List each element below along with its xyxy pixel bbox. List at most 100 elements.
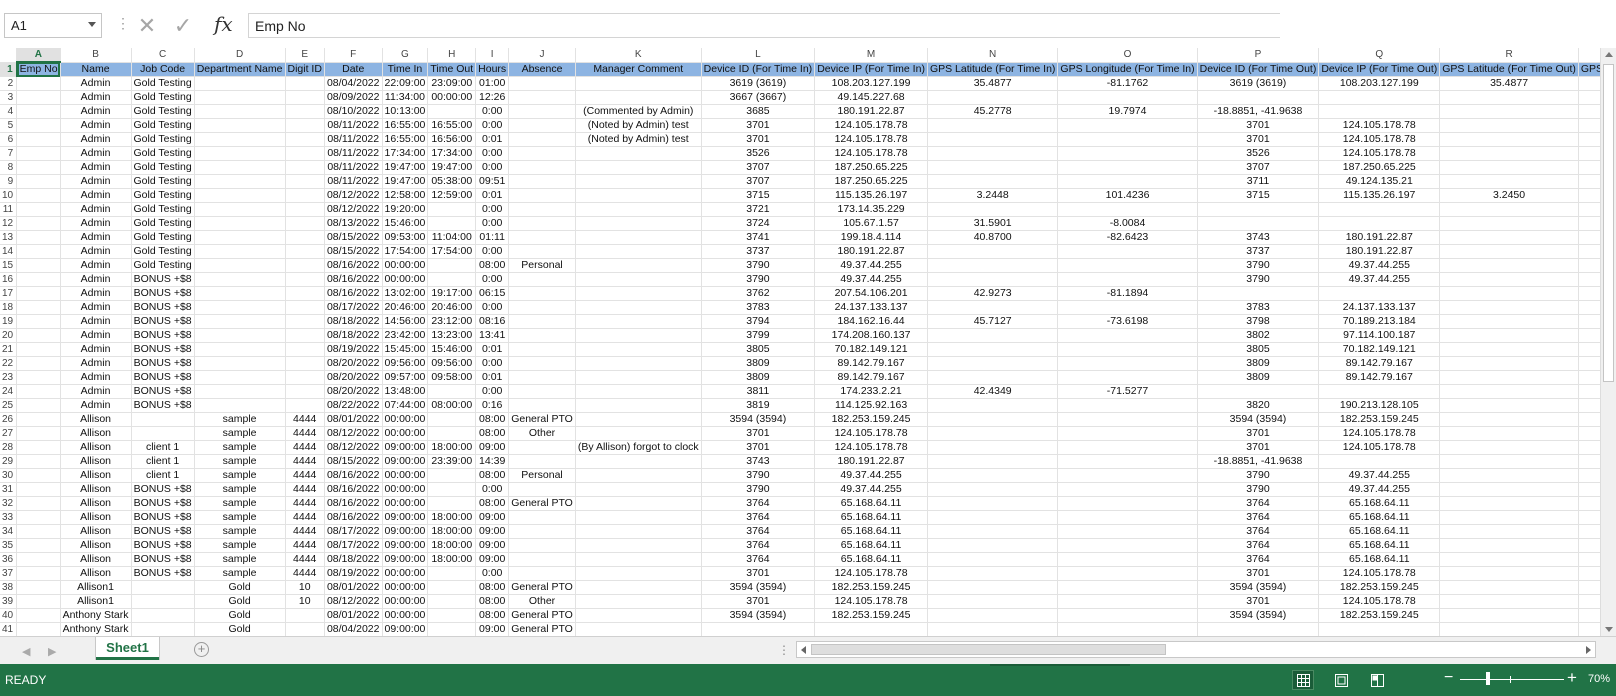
cell-e22[interactable]	[285, 356, 325, 371]
cell-s13[interactable]	[1578, 230, 1600, 245]
page-break-preview-icon[interactable]	[1366, 670, 1388, 690]
cell-m16[interactable]: 49.37.44.255	[814, 272, 928, 287]
row-header[interactable]: 31	[0, 482, 18, 497]
cell-r7[interactable]	[1439, 146, 1579, 161]
cell-p28[interactable]: 3701	[1197, 440, 1320, 455]
cell-b37[interactable]: Allison	[60, 566, 132, 581]
cell-q31[interactable]: 49.37.44.255	[1318, 482, 1441, 497]
cell-a30[interactable]	[16, 468, 61, 483]
cell-q12[interactable]	[1318, 216, 1441, 231]
column-header-n[interactable]: N	[927, 48, 1059, 63]
cell-e24[interactable]	[285, 384, 325, 399]
cell-d1[interactable]: Department Name	[194, 62, 286, 77]
cell-f12[interactable]: 08/13/2022	[324, 216, 383, 231]
cancel-x-icon[interactable]: ✕	[134, 13, 160, 39]
cell-b11[interactable]: Admin	[60, 202, 132, 217]
cell-k24[interactable]	[575, 384, 702, 399]
row-header[interactable]: 16	[0, 272, 18, 287]
cell-e30[interactable]: 4444	[285, 468, 325, 483]
cell-h41[interactable]	[427, 622, 477, 636]
cell-m29[interactable]: 180.191.22.87	[814, 454, 928, 469]
cell-e27[interactable]: 4444	[285, 426, 325, 441]
sheet-tab-sheet1[interactable]: Sheet1	[96, 637, 159, 660]
cell-o2[interactable]: -81.1762	[1057, 76, 1198, 91]
cell-r26[interactable]	[1439, 412, 1579, 427]
cell-k26[interactable]	[575, 412, 702, 427]
cell-p35[interactable]: 3764	[1197, 538, 1320, 553]
cell-o38[interactable]	[1057, 580, 1198, 595]
cell-s19[interactable]	[1578, 314, 1600, 329]
cell-a34[interactable]	[16, 524, 61, 539]
cell-i11[interactable]: 0:00	[475, 202, 510, 217]
cell-d25[interactable]	[194, 398, 286, 413]
cell-q26[interactable]: 182.253.159.245	[1318, 412, 1441, 427]
cell-a10[interactable]	[16, 188, 61, 203]
cell-a8[interactable]	[16, 160, 61, 175]
cell-a41[interactable]	[16, 622, 61, 636]
cell-r22[interactable]	[1439, 356, 1579, 371]
cell-i1[interactable]: Hours	[475, 62, 510, 77]
cell-a7[interactable]	[16, 146, 61, 161]
cell-i39[interactable]: 08:00	[475, 594, 510, 609]
cell-g9[interactable]: 19:47:00	[382, 174, 429, 189]
cell-a24[interactable]	[16, 384, 61, 399]
cell-p41[interactable]	[1197, 622, 1320, 636]
cell-m19[interactable]: 184.162.16.44	[814, 314, 928, 329]
cell-l39[interactable]: 3701	[701, 594, 816, 609]
cell-f27[interactable]: 08/12/2022	[324, 426, 383, 441]
cell-m12[interactable]: 105.67.1.57	[814, 216, 928, 231]
cell-s28[interactable]	[1578, 440, 1600, 455]
cell-k12[interactable]	[575, 216, 702, 231]
cell-i4[interactable]: 0:00	[475, 104, 510, 119]
cell-q16[interactable]: 49.37.44.255	[1318, 272, 1441, 287]
cell-l25[interactable]: 3819	[701, 398, 816, 413]
cell-r19[interactable]	[1439, 314, 1579, 329]
cell-q35[interactable]: 65.168.64.11	[1318, 538, 1441, 553]
column-header-j[interactable]: J	[508, 48, 576, 63]
cell-n37[interactable]	[927, 566, 1059, 581]
cell-n19[interactable]: 45.7127	[927, 314, 1059, 329]
cell-p2[interactable]: 3619 (3619)	[1197, 76, 1320, 91]
cell-k11[interactable]	[575, 202, 702, 217]
cell-b17[interactable]: Admin	[60, 286, 132, 301]
cell-o4[interactable]: 19.7974	[1057, 104, 1198, 119]
cell-m14[interactable]: 180.191.22.87	[814, 244, 928, 259]
cell-d33[interactable]: sample	[194, 510, 286, 525]
cell-m11[interactable]: 173.14.35.229	[814, 202, 928, 217]
cell-b7[interactable]: Admin	[60, 146, 132, 161]
cell-a40[interactable]	[16, 608, 61, 623]
scroll-left-arrow-icon[interactable]	[801, 646, 806, 654]
cell-i36[interactable]: 09:00	[475, 552, 510, 567]
cell-b39[interactable]: Allison1	[60, 594, 132, 609]
zoom-out-icon[interactable]: −	[1444, 669, 1453, 687]
cell-e28[interactable]: 4444	[285, 440, 325, 455]
cell-m8[interactable]: 187.250.65.225	[814, 160, 928, 175]
cell-n34[interactable]	[927, 524, 1059, 539]
cell-i35[interactable]: 09:00	[475, 538, 510, 553]
cell-q28[interactable]: 124.105.178.78	[1318, 440, 1441, 455]
cell-s12[interactable]	[1578, 216, 1600, 231]
cell-o20[interactable]	[1057, 328, 1198, 343]
cell-l36[interactable]: 3764	[701, 552, 816, 567]
cell-p25[interactable]: 3820	[1197, 398, 1320, 413]
row-header[interactable]: 4	[0, 104, 18, 119]
new-sheet-plus-icon[interactable]: +	[194, 642, 209, 657]
cell-l33[interactable]: 3764	[701, 510, 816, 525]
column-header-i[interactable]: I	[475, 48, 510, 63]
cell-o28[interactable]	[1057, 440, 1198, 455]
cell-b30[interactable]: Allison	[60, 468, 132, 483]
cell-n4[interactable]: 45.2778	[927, 104, 1059, 119]
cell-l26[interactable]: 3594 (3594)	[701, 412, 816, 427]
cell-j26[interactable]: General PTO	[508, 412, 576, 427]
cell-m32[interactable]: 65.168.64.11	[814, 496, 928, 511]
cell-a22[interactable]	[16, 356, 61, 371]
cell-r2[interactable]: 35.4877	[1439, 76, 1579, 91]
cell-b12[interactable]: Admin	[60, 216, 132, 231]
cell-b27[interactable]: Allison	[60, 426, 132, 441]
cell-d8[interactable]	[194, 160, 286, 175]
cell-n1[interactable]: GPS Latitude (For Time In)	[927, 62, 1059, 77]
cell-f40[interactable]: 08/01/2022	[324, 608, 383, 623]
cell-m30[interactable]: 49.37.44.255	[814, 468, 928, 483]
cell-i15[interactable]: 08:00	[475, 258, 510, 273]
cell-b24[interactable]: Admin	[60, 384, 132, 399]
